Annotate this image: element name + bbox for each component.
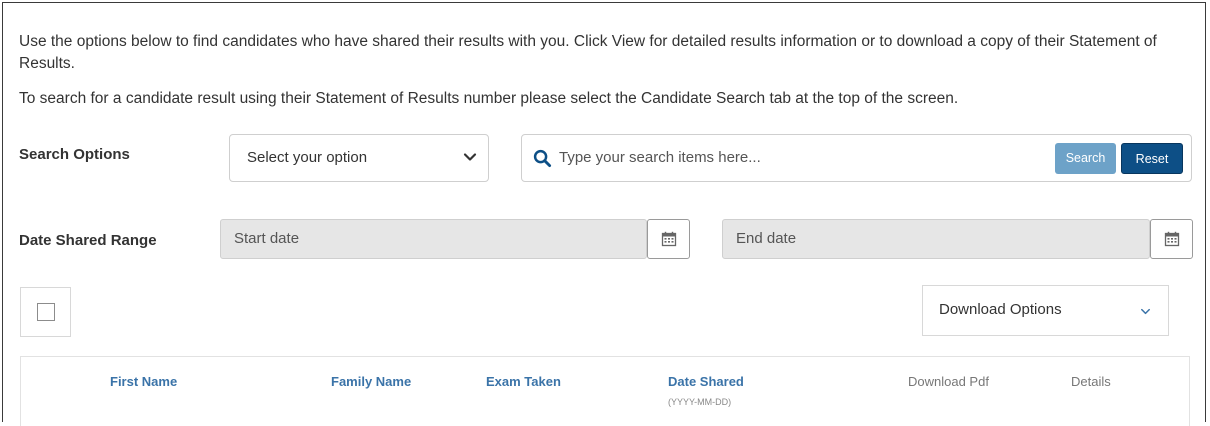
column-header-first-name[interactable]: First Name <box>110 374 177 389</box>
select-all-checkbox-container <box>20 287 71 337</box>
chevron-down-icon <box>463 153 477 161</box>
search-icon <box>533 149 552 168</box>
chevron-down-icon <box>1141 308 1150 315</box>
end-date-placeholder: End date <box>736 230 797 247</box>
column-header-family-name[interactable]: Family Name <box>331 374 411 389</box>
calendar-icon <box>661 231 677 247</box>
column-header-exam-taken[interactable]: Exam Taken <box>486 374 561 389</box>
download-options-label: Download Options <box>939 301 1062 318</box>
column-header-details: Details <box>1071 374 1111 389</box>
calendar-icon <box>1164 231 1180 247</box>
search-button[interactable]: Search <box>1055 143 1116 174</box>
search-options-label: Search Options <box>19 146 130 163</box>
reset-button[interactable]: Reset <box>1121 143 1183 174</box>
column-header-date-shared[interactable]: Date Shared <box>668 374 744 389</box>
search-option-select-value: Select your option <box>247 149 368 166</box>
date-format-hint: (YYYY-MM-DD) <box>668 397 732 407</box>
end-date-calendar-button[interactable] <box>1150 219 1193 259</box>
end-date-field[interactable]: End date <box>722 219 1150 259</box>
intro-paragraph-2: To search for a candidate result using t… <box>19 90 959 107</box>
intro-paragraph-1: Use the options below to find candidates… <box>19 33 1157 72</box>
download-options-dropdown[interactable]: Download Options <box>922 285 1169 336</box>
start-date-calendar-button[interactable] <box>647 219 690 259</box>
start-date-placeholder: Start date <box>234 230 300 247</box>
search-bar: Type your search items here... Search Re… <box>521 134 1192 182</box>
select-all-checkbox[interactable] <box>37 303 55 321</box>
date-shared-range-label: Date Shared Range <box>19 232 157 249</box>
start-date-field[interactable]: Start date <box>220 219 647 259</box>
search-option-select[interactable]: Select your option <box>229 134 489 182</box>
column-header-download-pdf: Download Pdf <box>908 374 989 389</box>
search-input[interactable]: Type your search items here... <box>559 149 761 166</box>
results-table <box>20 356 1190 426</box>
